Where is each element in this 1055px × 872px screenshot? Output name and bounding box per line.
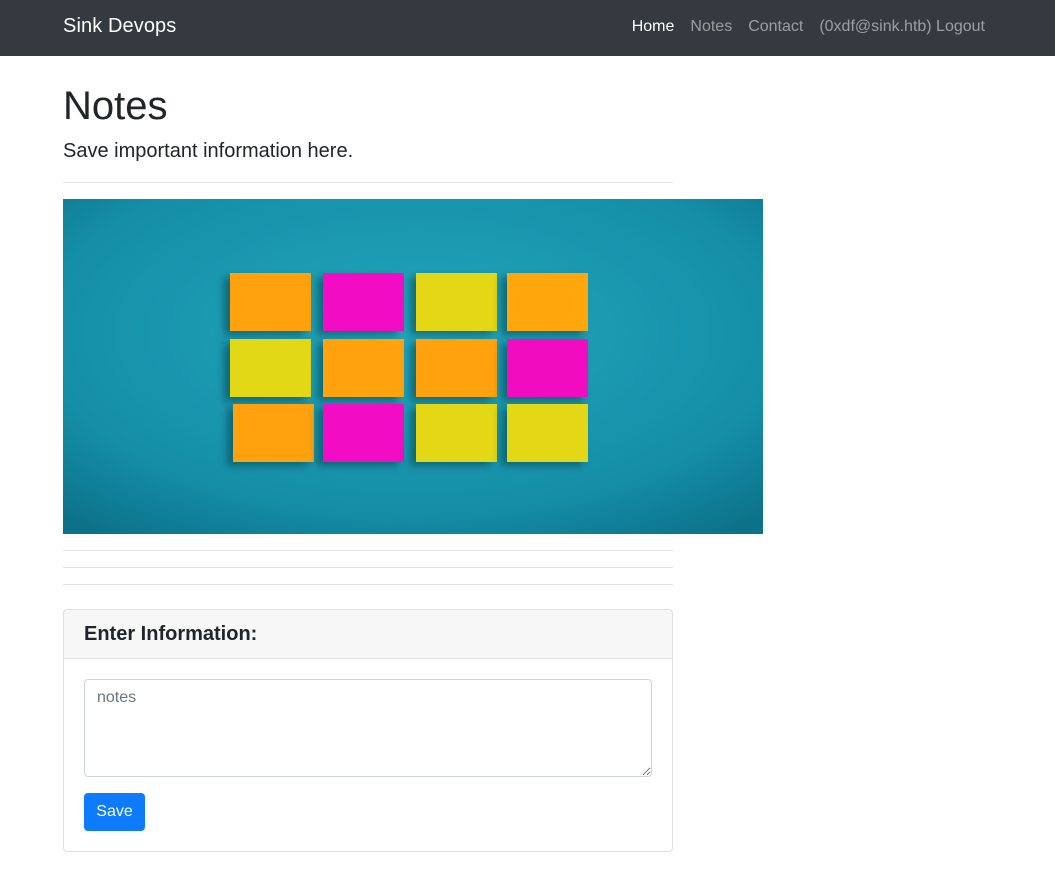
sticky-note (507, 339, 588, 397)
sticky-note (323, 339, 404, 397)
nav-home-link[interactable]: Home (632, 18, 675, 36)
sticky-note (507, 404, 588, 462)
notes-textarea[interactable] (84, 679, 652, 777)
nav-links: Home Notes Contact (0xdf@sink.htb) Logou… (632, 18, 985, 36)
nav-contact-link[interactable]: Contact (748, 18, 803, 36)
sticky-note (416, 339, 497, 397)
card-header: Enter Information: (64, 610, 672, 659)
nav-notes-link[interactable]: Notes (690, 18, 732, 36)
wall-background (63, 199, 763, 534)
divider (63, 584, 673, 585)
divider (63, 567, 673, 568)
sticky-note (323, 273, 404, 331)
save-button[interactable]: Save (84, 793, 145, 831)
brand-link[interactable]: Sink Devops (63, 15, 176, 38)
nav-logout-link[interactable]: (0xdf@sink.htb) Logout (819, 18, 985, 36)
sticky-note (416, 404, 497, 462)
sticky-note (233, 404, 314, 462)
sticky-note (323, 404, 404, 462)
navbar: Sink Devops Home Notes Contact (0xdf@sin… (0, 0, 1055, 56)
page-title: Notes (63, 84, 168, 128)
sticky-notes-image (63, 199, 763, 534)
divider (63, 550, 673, 551)
notes-form-card: Enter Information: Save (63, 609, 673, 852)
card-title: Enter Information: (84, 623, 258, 645)
sticky-note (230, 339, 311, 397)
sticky-note (416, 273, 497, 331)
sticky-note (507, 273, 588, 331)
divider (63, 182, 673, 183)
page-lead: Save important information here. (63, 140, 354, 162)
sticky-note (230, 273, 311, 331)
card-body: Save (64, 659, 672, 851)
sticky-notes-illustration (63, 199, 763, 534)
